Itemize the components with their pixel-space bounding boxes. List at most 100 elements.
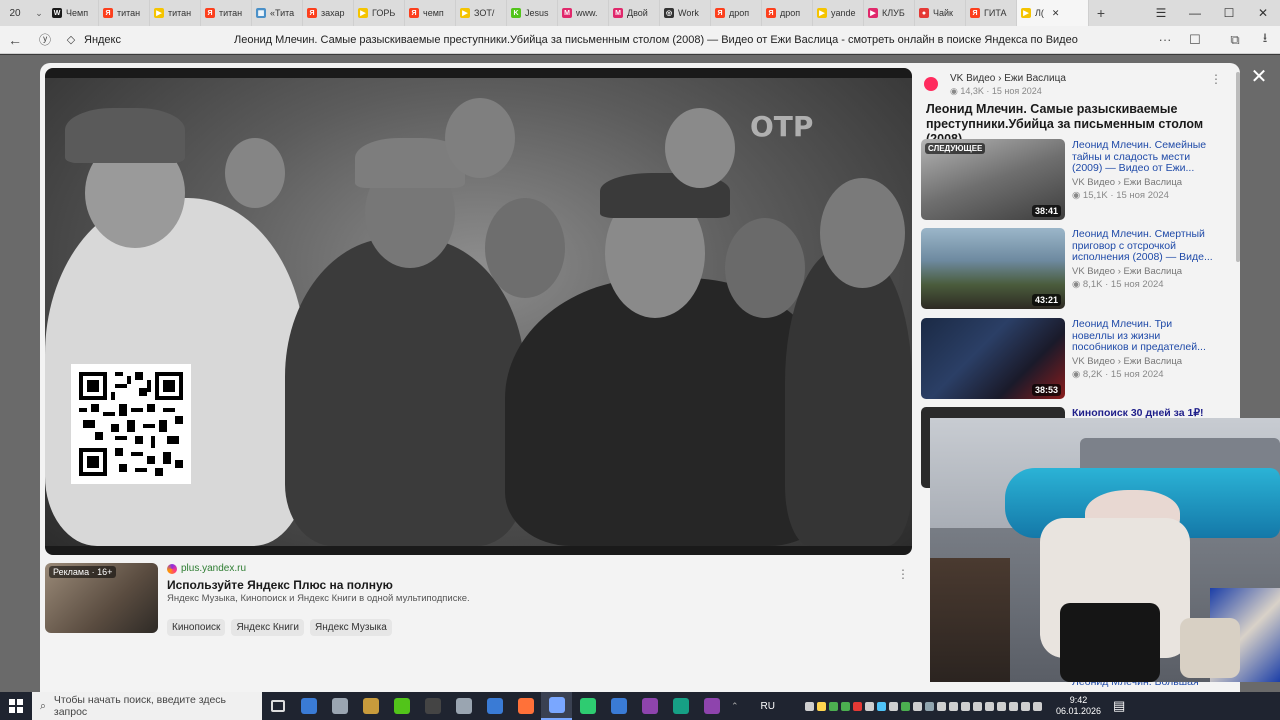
browser-tab[interactable]: Ятитан bbox=[201, 0, 252, 26]
tray-icon[interactable] bbox=[1021, 701, 1030, 711]
taskbar-app-icon[interactable] bbox=[572, 692, 603, 720]
taskbar-app-icon[interactable] bbox=[665, 692, 696, 720]
taskbar-app-icon[interactable] bbox=[510, 692, 541, 720]
browser-tab[interactable]: K Jesus bbox=[507, 0, 558, 26]
browser-tab[interactable]: Ятитан bbox=[99, 0, 150, 26]
related-video[interactable]: 43:21 Леонид Млечин. Смертный приговор с… bbox=[921, 228, 1226, 310]
taskbar-app-icon[interactable] bbox=[696, 692, 727, 720]
ad-title[interactable]: Используйте Яндекс Плюс на полную bbox=[167, 578, 393, 592]
browser-tab[interactable]: ▶ ЗОТ/ bbox=[456, 0, 507, 26]
related-channel[interactable]: VK Видео › Ежи Васлица bbox=[1072, 266, 1182, 277]
browser-menu-icon[interactable]: ☰ bbox=[1144, 0, 1178, 26]
ad-domain-link[interactable]: plus.yandex.ru bbox=[167, 563, 246, 574]
tray-icon[interactable] bbox=[913, 701, 922, 711]
new-tab-button[interactable]: + bbox=[1089, 5, 1113, 21]
taskbar-overflow-icon[interactable]: ⌃ bbox=[731, 701, 739, 712]
tray-icon[interactable] bbox=[949, 701, 958, 711]
related-thumbnail[interactable]: 43:21 bbox=[921, 228, 1065, 309]
sidebar-more-icon[interactable]: ⋮ bbox=[1210, 72, 1222, 86]
tray-icon[interactable] bbox=[1033, 701, 1042, 711]
related-video[interactable]: СЛЕДУЮЩЕЕ 38:41 Леонид Млечин. Семейные … bbox=[921, 139, 1226, 221]
tray-icon[interactable] bbox=[937, 701, 946, 711]
browser-tab[interactable]: ▶ yande bbox=[813, 0, 864, 26]
qr-code-icon[interactable] bbox=[71, 364, 191, 484]
back-button[interactable]: ← bbox=[0, 26, 30, 54]
tray-icon[interactable] bbox=[853, 701, 862, 711]
tray-icon[interactable] bbox=[889, 701, 898, 711]
related-thumbnail[interactable]: 38:53 bbox=[921, 318, 1065, 399]
sidebar-scrollbar[interactable] bbox=[1236, 72, 1240, 262]
site-shield-icon[interactable]: ◇ bbox=[60, 26, 82, 54]
tab-close-icon[interactable]: ✕ bbox=[1052, 8, 1060, 19]
taskbar-app-icon[interactable] bbox=[417, 692, 448, 720]
ad-link-books[interactable]: Яндекс Книги bbox=[231, 619, 305, 636]
tray-icon[interactable] bbox=[985, 701, 994, 711]
browser-tab[interactable]: ▦ «Тита bbox=[252, 0, 303, 26]
browser-tab[interactable]: ▶ КЛУБ bbox=[864, 0, 915, 26]
task-view-icon[interactable] bbox=[262, 692, 293, 720]
ad-link-kinopoisk[interactable]: Кинопоиск bbox=[167, 619, 226, 636]
browser-tab[interactable]: Ядроп bbox=[711, 0, 762, 26]
browser-tab[interactable]: Ячемп bbox=[405, 0, 456, 26]
related-channel[interactable]: VK Видео › Ежи Васлица bbox=[1072, 356, 1182, 367]
language-indicator[interactable]: RU bbox=[761, 701, 775, 712]
taskbar-app-icon[interactable] bbox=[324, 692, 355, 720]
tray-icon[interactable] bbox=[997, 701, 1006, 711]
collections-icon[interactable]: ⧉ bbox=[1220, 32, 1250, 48]
taskbar-app-icon[interactable] bbox=[448, 692, 479, 720]
ad-link-music[interactable]: Яндекс Музыка bbox=[310, 619, 392, 636]
start-button[interactable] bbox=[0, 692, 32, 720]
page-title[interactable]: Леонид Млечин. Самые разыскиваемые прест… bbox=[234, 34, 1150, 46]
notification-icon[interactable]: ▤ bbox=[1113, 698, 1125, 714]
clock[interactable]: 9:42 06.01.2026 bbox=[1056, 695, 1101, 717]
tray-icon[interactable] bbox=[829, 701, 838, 711]
taskbar-app-icon[interactable] bbox=[293, 692, 324, 720]
ad-thumbnail[interactable]: Реклама · 16+ bbox=[45, 563, 158, 633]
browser-tab[interactable]: M Двой bbox=[609, 0, 660, 26]
tray-icon[interactable] bbox=[817, 701, 826, 711]
modal-close-button[interactable]: ✕ bbox=[1248, 66, 1270, 88]
minimize-button[interactable]: — bbox=[1178, 0, 1212, 26]
tray-icon[interactable] bbox=[925, 701, 934, 711]
ad-block[interactable]: Реклама · 16+ plus.yandex.ru Используйте… bbox=[45, 563, 912, 643]
tab-list-chevron-icon[interactable]: ⌄ bbox=[30, 8, 48, 19]
window-close-button[interactable]: ✕ bbox=[1246, 0, 1280, 26]
tray-icon[interactable] bbox=[961, 701, 970, 711]
browser-tab[interactable]: ▶ Л(✕ bbox=[1017, 0, 1089, 26]
yandex-home-icon[interactable]: ⓨ bbox=[30, 26, 60, 54]
browser-tab[interactable]: Ядроп bbox=[762, 0, 813, 26]
video-player[interactable]: ОТР bbox=[45, 68, 912, 555]
download-icon[interactable]: ⭳ bbox=[1250, 29, 1280, 51]
related-video[interactable]: 38:53 Леонид Млечин. Три новеллы из жизн… bbox=[921, 318, 1226, 400]
browser-tab[interactable]: ▶ титан bbox=[150, 0, 201, 26]
tray-icon[interactable] bbox=[877, 701, 886, 711]
taskbar-app-icon[interactable] bbox=[355, 692, 386, 720]
browser-tab[interactable]: ◎ Work bbox=[660, 0, 711, 26]
browser-tab[interactable]: Mwww. bbox=[558, 0, 609, 26]
ad-more-icon[interactable]: ⋮ bbox=[897, 567, 909, 581]
related-title[interactable]: Леонид Млечин. Три новеллы из жизни посо… bbox=[1072, 319, 1217, 354]
more-icon[interactable]: ··· bbox=[1150, 32, 1180, 47]
browser-tab[interactable]: Язахар bbox=[303, 0, 354, 26]
related-title[interactable]: Леонид Млечин. Семейные тайны и сладость… bbox=[1072, 140, 1217, 175]
related-title[interactable]: Леонид Млечин. Смертный приговор с отсро… bbox=[1072, 229, 1217, 264]
taskbar-app-icon[interactable] bbox=[479, 692, 510, 720]
tray-icon[interactable] bbox=[865, 701, 874, 711]
related-channel[interactable]: VK Видео › Ежи Васлица bbox=[1072, 177, 1182, 188]
taskbar-app-icon[interactable] bbox=[603, 692, 634, 720]
taskbar-app-icon[interactable] bbox=[541, 692, 572, 720]
related-thumbnail[interactable]: СЛЕДУЮЩЕЕ 38:41 bbox=[921, 139, 1065, 220]
maximize-button[interactable]: ☐ bbox=[1212, 0, 1246, 26]
tray-icon[interactable] bbox=[901, 701, 910, 711]
tray-icon[interactable] bbox=[805, 701, 814, 711]
browser-tab[interactable]: ▶ ГОРЬ bbox=[354, 0, 405, 26]
browser-tab[interactable]: W Чемп bbox=[48, 0, 99, 26]
site-name[interactable]: Яндекс bbox=[84, 34, 234, 46]
tray-icon[interactable] bbox=[841, 701, 850, 711]
taskbar-app-icon[interactable] bbox=[386, 692, 417, 720]
channel-name[interactable]: VK Видео › Ежи Васлица bbox=[950, 73, 1066, 84]
bookmark-icon[interactable]: ☐ bbox=[1180, 32, 1210, 48]
tray-icon[interactable] bbox=[1009, 701, 1018, 711]
taskbar-search[interactable]: ⌕ Чтобы начать поиск, введите здесь запр… bbox=[32, 692, 262, 720]
browser-tab[interactable]: Я ГИТА bbox=[966, 0, 1017, 26]
